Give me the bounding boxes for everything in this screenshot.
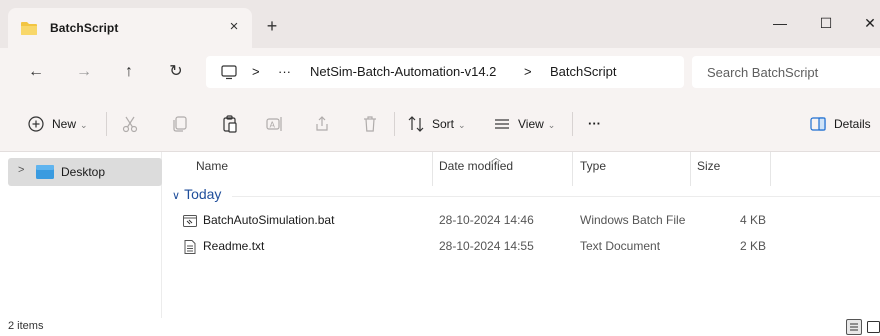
more-options-button[interactable]: ···	[588, 114, 601, 134]
chevron-down-icon: ∨	[172, 190, 181, 202]
table-row[interactable]: Readme.txt 28-10-2024 14:55 Text Documen…	[168, 236, 880, 258]
tab-close-icon[interactable]: ×	[224, 17, 244, 37]
navigation-bar: ← → ↑ ↻ > ··· NetSim-Batch-Automation-v1…	[0, 48, 880, 96]
tab-batchscript[interactable]: BatchScript ×	[8, 8, 252, 48]
share-icon[interactable]	[312, 114, 332, 134]
breadcrumb-overflow-button[interactable]: ···	[278, 64, 291, 79]
view-button-label: View	[518, 117, 544, 131]
column-header-type[interactable]: Type	[580, 156, 606, 184]
back-button[interactable]: ←	[26, 62, 46, 82]
toolbar-separator	[572, 112, 573, 136]
desktop-icon	[36, 165, 54, 179]
breadcrumb-netsim-folder[interactable]: NetSim-Batch-Automation-v14.2	[310, 64, 496, 79]
text-file-icon	[182, 239, 198, 255]
column-divider[interactable]	[690, 152, 691, 186]
copy-icon[interactable]	[170, 114, 190, 134]
breadcrumb-separator: >	[252, 64, 260, 79]
sidebar-item-label: Desktop	[61, 165, 106, 179]
sort-icon	[406, 114, 426, 134]
file-type: Windows Batch File	[580, 213, 686, 227]
file-size: 2 KB	[739, 239, 766, 253]
status-bar: 2 items	[0, 318, 880, 336]
chevron-down-icon: ⌄	[458, 120, 466, 130]
view-icon	[492, 114, 512, 134]
group-header-today[interactable]: ∨ Today	[172, 186, 221, 202]
close-window-button[interactable]: ✕	[850, 8, 880, 38]
sidebar-item-desktop[interactable]: > Desktop	[8, 158, 162, 186]
sort-button-label: Sort	[432, 117, 455, 131]
address-bar[interactable]: > ··· NetSim-Batch-Automation-v14.2 > Ba…	[206, 56, 684, 88]
tiles-view-icon[interactable]	[866, 319, 880, 335]
item-count: 2 items	[8, 320, 44, 332]
column-header-name[interactable]: Name	[196, 156, 228, 184]
new-button[interactable]: New ⌄	[52, 114, 88, 134]
sort-button[interactable]: Sort ⌄	[432, 114, 466, 134]
group-divider	[232, 196, 880, 197]
file-name: BatchAutoSimulation.bat	[203, 213, 335, 227]
chevron-down-icon: ⌄	[547, 120, 556, 130]
column-divider[interactable]	[770, 152, 771, 186]
refresh-button[interactable]: ↻	[166, 62, 186, 82]
breadcrumb-batchscript-folder[interactable]: BatchScript	[550, 64, 616, 79]
cut-icon[interactable]	[120, 114, 140, 134]
group-label: Today	[184, 186, 222, 202]
batch-file-icon	[182, 213, 198, 229]
tab-title: BatchScript	[50, 21, 119, 35]
breadcrumb-separator: >	[524, 64, 532, 79]
column-divider[interactable]	[572, 152, 573, 186]
new-tab-button[interactable]: +	[262, 16, 282, 36]
search-box[interactable]: Search BatchScript	[692, 56, 880, 88]
up-button[interactable]: ↑	[119, 62, 139, 82]
table-row[interactable]: BatchAutoSimulation.bat 28-10-2024 14:46…	[168, 210, 880, 232]
column-divider[interactable]	[432, 152, 433, 186]
computer-icon	[220, 64, 238, 80]
paste-icon[interactable]	[220, 114, 240, 134]
new-button-label: New	[52, 117, 77, 131]
file-date-modified: 28-10-2024 14:46	[439, 213, 534, 227]
content-area: > Desktop Name ︿ Date modified Type Size…	[0, 152, 880, 318]
column-header-size[interactable]: Size	[697, 156, 720, 184]
file-date-modified: 28-10-2024 14:55	[439, 239, 534, 253]
column-header-date-modified[interactable]: Date modified	[439, 156, 513, 184]
details-view-icon[interactable]	[846, 319, 862, 335]
file-type: Text Document	[580, 239, 661, 253]
toolbar-separator	[394, 112, 395, 136]
title-bar: BatchScript × + — ☐ ✕	[0, 0, 880, 48]
forward-button[interactable]: →	[74, 62, 94, 82]
maximize-button[interactable]: ☐	[806, 8, 846, 38]
navigation-pane: > Desktop	[0, 152, 162, 318]
file-size: 4 KB	[739, 213, 766, 227]
chevron-down-icon: ⌄	[80, 120, 88, 130]
minimize-button[interactable]: —	[760, 8, 800, 38]
rename-icon[interactable]: A	[264, 114, 284, 134]
command-bar: New ⌄ A Sort ⌄ View ⌄ ··· Details	[0, 96, 880, 152]
svg-text:A: A	[270, 121, 276, 130]
folder-icon	[20, 20, 38, 36]
file-name: Readme.txt	[203, 239, 265, 253]
toolbar-separator	[106, 112, 107, 136]
details-button[interactable]: Details	[834, 114, 871, 134]
search-input[interactable]: Search BatchScript	[707, 65, 818, 80]
view-button[interactable]: View ⌄	[518, 114, 555, 134]
delete-icon[interactable]	[360, 114, 380, 134]
expand-chevron-icon[interactable]: >	[18, 164, 24, 176]
new-plus-icon	[26, 114, 46, 134]
details-pane-icon	[808, 114, 828, 134]
